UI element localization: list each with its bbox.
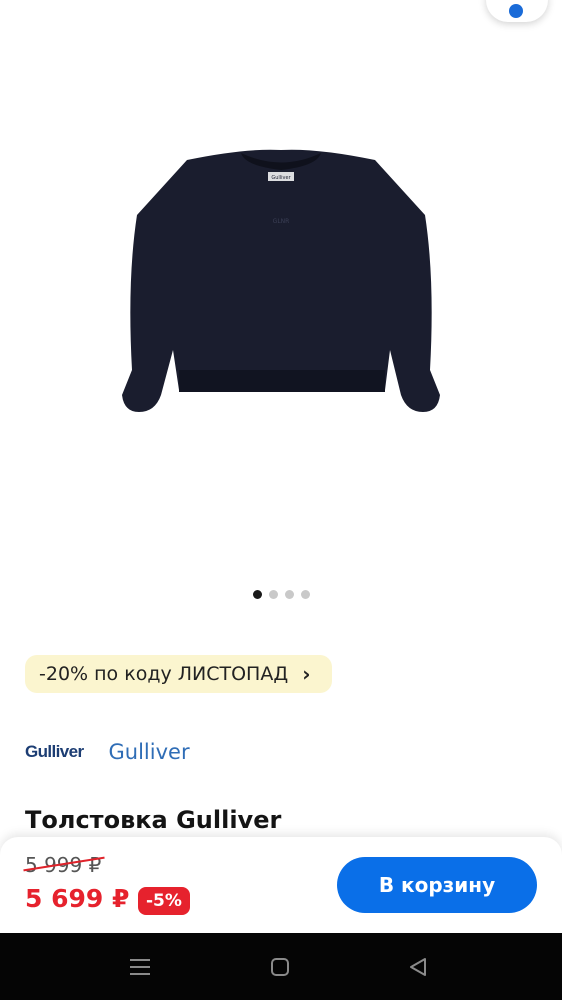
brand-name-link[interactable]: Gulliver <box>109 740 190 764</box>
chevron-right-icon: › <box>302 662 311 686</box>
gallery-pagination <box>0 590 562 599</box>
product-gallery[interactable]: Gulliver GLNR <box>0 0 562 610</box>
brand-row[interactable]: Gulliver Gulliver <box>25 740 190 764</box>
image-tag-text: Gulliver <box>271 175 291 181</box>
pagination-dot[interactable] <box>284 590 294 599</box>
system-navigation-bar <box>0 933 562 1000</box>
home-icon[interactable] <box>264 951 296 983</box>
add-to-cart-button[interactable]: В корзину <box>337 857 537 913</box>
back-icon[interactable] <box>402 951 434 983</box>
promo-code-banner[interactable]: -20% по коду ЛИСТОПАД › <box>25 655 333 693</box>
discount-badge: -5% <box>138 887 190 915</box>
pagination-dot[interactable] <box>300 590 310 599</box>
image-logo-text: GLNR <box>273 218 290 225</box>
promo-text: -20% по коду ЛИСТОПАД <box>39 663 289 685</box>
current-price: 5 699 ₽ <box>25 884 130 913</box>
menu-icon[interactable] <box>124 951 156 983</box>
old-price: 5 999 ₽ <box>23 853 105 877</box>
product-image: Gulliver GLNR <box>122 149 440 412</box>
product-title: Толстовка Gulliver <box>25 806 282 834</box>
pagination-dot[interactable] <box>268 590 278 599</box>
brand-logo: Gulliver <box>25 742 84 761</box>
pagination-dot[interactable] <box>252 590 262 599</box>
